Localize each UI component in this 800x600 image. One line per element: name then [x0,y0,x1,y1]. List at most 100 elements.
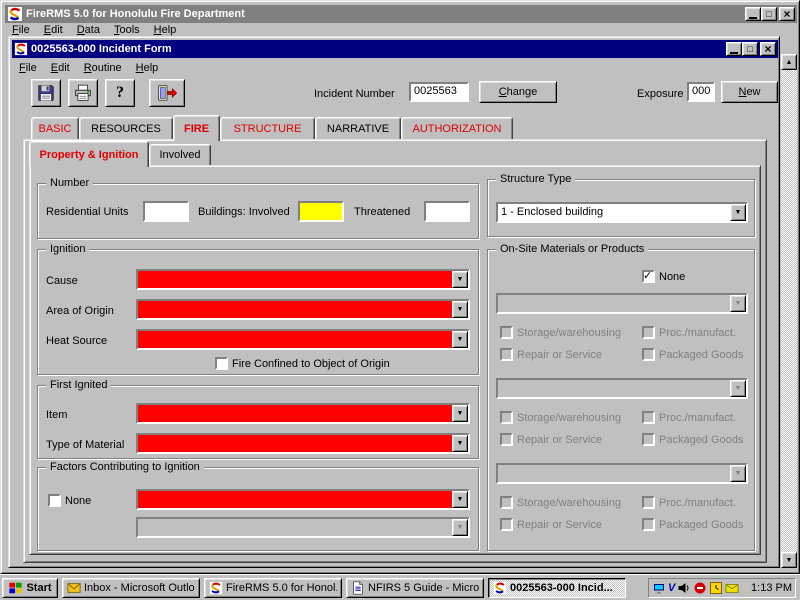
area-of-origin-combo[interactable]: ▼ [136,299,470,320]
factor-combo[interactable]: ▼ [136,489,470,510]
chevron-down-icon[interactable]: ▼ [452,405,468,422]
print-button[interactable] [68,79,98,107]
tab-structure[interactable]: STRUCTURE [220,117,315,139]
alert-icon[interactable] [693,581,707,595]
chevron-down-icon[interactable]: ▼ [452,331,468,348]
ignition-group: Ignition Cause ▼ Area of Origin ▼ Heat S… [37,249,479,375]
chevron-down-icon[interactable]: ▼ [452,435,468,452]
proc-label-3: Proc./manufact. [659,496,736,510]
cause-combo[interactable]: ▼ [136,269,470,290]
scrollbar-track[interactable] [781,70,797,552]
firerms-logo-icon [14,42,28,56]
mail-icon[interactable] [725,581,739,595]
app-close-button[interactable]: × [779,7,795,21]
packaged-checkbox-1 [642,348,655,361]
onsite-none-label: None [659,270,685,284]
threatened-field[interactable] [424,201,470,222]
scroll-up-button[interactable]: ▲ [781,54,797,70]
antivirus-vshield-icon[interactable]: V [668,581,675,595]
storage-label-2: Storage/warehousing [517,411,621,425]
onsite-materials-group: On-Site Materials or Products None ▼ Sto… [487,249,755,551]
task-button-firerms[interactable]: FireRMS 5.0 for Honol... [204,578,342,598]
buildings-involved-field[interactable] [298,201,344,222]
secondary-factor-combo: ▼ [136,517,470,538]
help-button[interactable]: ? [105,79,135,107]
residential-units-field[interactable] [143,201,189,222]
first-ignited-legend: First Ignited [46,378,111,392]
incident-number-field[interactable]: 0025563 [409,82,469,102]
factors-none-checkbox[interactable] [48,494,61,507]
incident-number-label: Incident Number [314,87,395,101]
app-menu-edit[interactable]: Edit [37,23,70,37]
storage-label-3: Storage/warehousing [517,496,621,510]
vertical-scrollbar[interactable]: ▲ ▼ [781,54,797,568]
tab-authorization[interactable]: AUTHORIZATION [401,117,513,139]
chevron-down-icon[interactable]: ▼ [452,491,468,508]
fire-confined-checkbox[interactable] [215,357,228,370]
start-button[interactable]: Start [2,578,58,598]
area-of-origin-label: Area of Origin [46,304,114,318]
firerms-icon [493,581,507,595]
repair-label-2: Repair or Service [517,433,602,447]
repair-checkbox-1 [500,348,513,361]
storage-label-1: Storage/warehousing [517,326,621,340]
item-combo[interactable]: ▼ [136,403,470,424]
form-menu-edit[interactable]: Edit [44,61,77,75]
save-icon [37,84,55,102]
app-maximize-button[interactable]: □ [761,7,777,21]
form-minimize-button[interactable] [726,42,742,56]
type-of-material-combo[interactable]: ▼ [136,433,470,454]
form-menu-routine[interactable]: Routine [77,61,129,75]
structure-type-combo[interactable]: 1 - Enclosed building ▼ [496,202,748,223]
tab-narrative[interactable]: NARRATIVE [315,117,401,139]
change-button[interactable]: Change [479,81,557,103]
new-button[interactable]: New [721,81,778,103]
chevron-down-icon[interactable]: ▼ [452,301,468,318]
heat-source-combo[interactable]: ▼ [136,329,470,350]
subtab-property-ignition[interactable]: Property & Ignition [29,141,149,167]
app-menu-tools[interactable]: Tools [107,23,147,37]
proc-checkbox-1 [642,326,655,339]
onsite-material-combo-2: ▼ [496,378,748,399]
exposure-field[interactable]: 000 [687,82,715,102]
form-maximize-button[interactable]: □ [742,42,758,56]
scheduler-icon[interactable] [709,581,723,595]
incident-form-window: 0025563-000 Incident Form □ × File Edit … [8,36,780,568]
app-titlebar[interactable]: FireRMS 5.0 for Honolulu Fire Department… [5,5,797,23]
app-menu-file[interactable]: File [5,23,37,37]
onsite-material-combo-1: ▼ [496,293,748,314]
incident-form-titlebar[interactable]: 0025563-000 Incident Form □ × [12,40,778,58]
factors-none-label: None [65,494,91,508]
save-button[interactable] [31,79,61,107]
chevron-down-icon[interactable]: ▼ [452,271,468,288]
task-button-nfirs-guide[interactable]: NFIRS 5 Guide - Micro... [346,578,484,598]
app-menu-help[interactable]: Help [147,23,184,37]
proc-label-1: Proc./manufact. [659,326,736,340]
app-minimize-button[interactable] [745,7,761,21]
tab-resources[interactable]: RESOURCES [79,117,173,139]
form-menu-file[interactable]: File [12,61,44,75]
app-menubar: File Edit Data Tools Help [5,23,797,37]
exit-icon [156,84,178,102]
display-icon[interactable] [652,581,666,595]
packaged-label-1: Packaged Goods [659,348,743,362]
chevron-down-icon[interactable]: ▼ [730,204,746,221]
chevron-down-icon: ▼ [452,519,468,536]
tab-fire[interactable]: FIRE [173,115,220,141]
incident-form-title: 0025563-000 Incident Form [31,43,172,55]
tab-basic[interactable]: BASIC [31,117,79,139]
form-menu-help[interactable]: Help [129,61,166,75]
app-menu-data[interactable]: Data [70,23,107,37]
subtab-involved[interactable]: Involved [149,144,211,165]
heat-source-label: Heat Source [46,334,107,348]
task-button-incident-active[interactable]: 0025563-000 Incid... [488,578,626,598]
onsite-none-checkbox[interactable] [642,270,655,283]
task-button-outlook[interactable]: Inbox - Microsoft Outlook [62,578,200,598]
repair-label-3: Repair or Service [517,518,602,532]
volume-icon[interactable] [677,581,691,595]
packaged-checkbox-3 [642,518,655,531]
scroll-down-button[interactable]: ▼ [781,552,797,568]
form-close-button[interactable]: × [760,42,776,56]
storage-checkbox-3 [500,496,513,509]
exit-button[interactable] [149,79,185,107]
